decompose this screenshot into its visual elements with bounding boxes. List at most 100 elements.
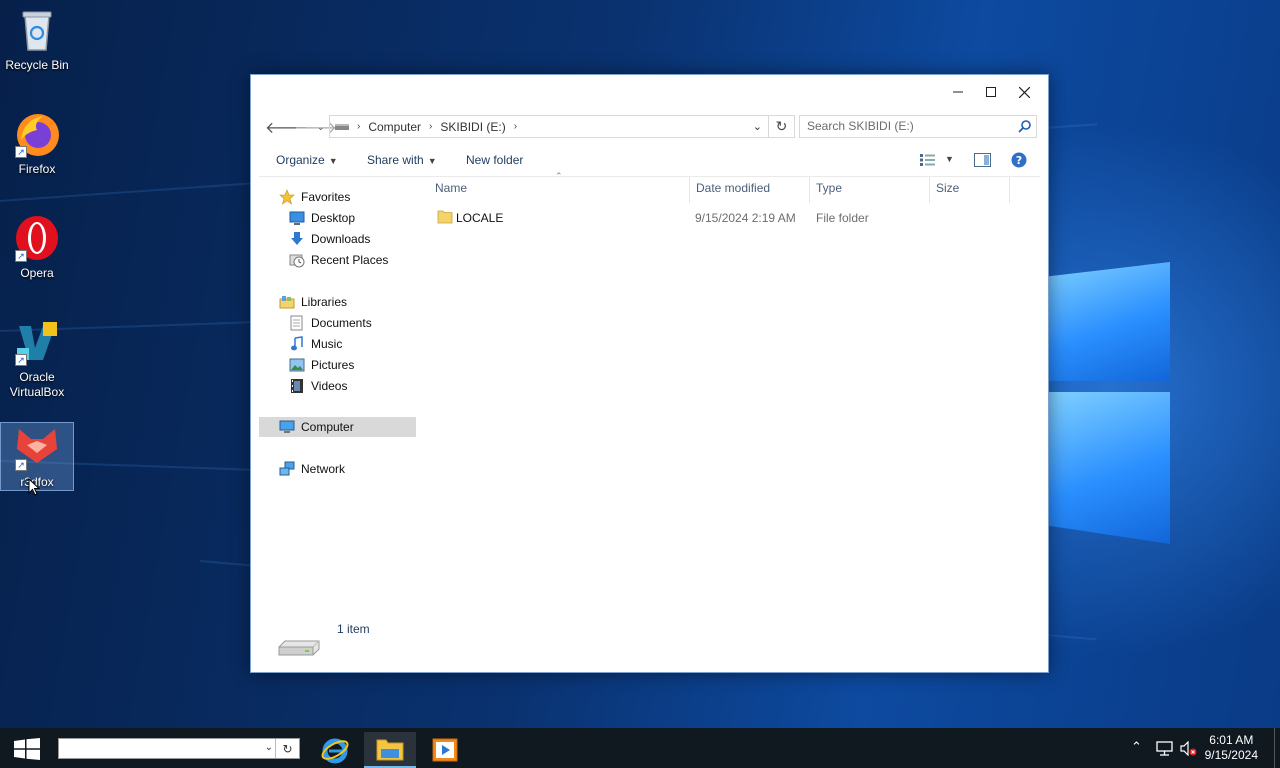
breadcrumb-computer[interactable]: Computer [368, 120, 421, 134]
address-dropdown-icon[interactable]: ⌄ [753, 120, 762, 133]
help-icon[interactable]: ? [1011, 152, 1027, 168]
nav-item-music[interactable]: Music [289, 334, 416, 354]
start-button-windows-icon[interactable] [14, 738, 40, 760]
item-count-status: 1 item [337, 622, 370, 636]
nav-item-documents[interactable]: Documents [289, 313, 416, 333]
command-bar: Organize ▼ Share with ▼ New folder ▼ ? [251, 149, 1048, 173]
desktop-icon-label: Recycle Bin [5, 58, 69, 72]
column-header-date-modified[interactable]: Date modified [696, 181, 770, 199]
internet-explorer-icon [321, 738, 349, 764]
nav-item-network[interactable]: Network [279, 459, 416, 479]
search-input[interactable]: Search SKIBIDI (E:) [799, 115, 1037, 138]
nav-item-videos[interactable]: Videos [289, 376, 416, 396]
shortcut-arrow-icon: ↗ [15, 146, 27, 158]
document-icon [290, 315, 303, 331]
view-options-chevron-icon[interactable]: ▼ [945, 154, 954, 164]
preview-pane-icon[interactable] [974, 153, 991, 167]
desktop-icon-recycle-bin[interactable]: Recycle Bin [0, 6, 74, 73]
recent-places-icon [289, 254, 305, 268]
firefox-icon: ↗ [13, 110, 61, 158]
close-button[interactable] [1008, 79, 1040, 105]
breadcrumb-separator[interactable]: › [357, 121, 360, 132]
explorer-window: 🡐 🡒 ⌄ › Computer › SKIBIDI (E:) › ⌄ ↻ Se… [250, 74, 1049, 673]
share-with-button[interactable]: Share with ▼ [367, 153, 437, 167]
column-divider[interactable] [1009, 177, 1010, 203]
taskbar-file-explorer[interactable] [364, 732, 416, 768]
nav-item-label: Videos [311, 379, 348, 393]
nav-item-libraries[interactable]: Libraries [279, 292, 416, 312]
column-header-type[interactable]: Type [816, 181, 842, 199]
nav-item-label: Desktop [311, 211, 356, 225]
taskbar-clock[interactable]: 6:01 AM 9/15/2024 [1205, 733, 1258, 763]
column-divider[interactable] [689, 177, 690, 203]
nav-item-pictures[interactable]: Pictures [289, 355, 416, 375]
column-header-size[interactable]: Size [936, 181, 959, 199]
organize-label: Organize [276, 153, 325, 167]
search-icon[interactable] [1018, 119, 1032, 133]
shortcut-arrow-icon: ↗ [15, 250, 27, 262]
clock-time: 6:01 AM [1209, 733, 1254, 747]
computer-icon [279, 420, 295, 433]
desktop-icon-label: Oracle VirtualBox [9, 370, 65, 399]
picture-icon [289, 358, 305, 372]
maximize-icon [986, 87, 996, 97]
virtualbox-icon: ↗ [13, 318, 61, 366]
chevron-down-icon: ▼ [427, 156, 437, 166]
drive-large-icon [278, 640, 320, 656]
desktop-icon-virtualbox[interactable]: ↗ Oracle VirtualBox [0, 318, 74, 400]
maximize-button[interactable] [975, 79, 1007, 105]
nav-item-computer[interactable]: Computer [259, 417, 416, 437]
video-film-icon [291, 379, 303, 393]
organize-button[interactable]: Organize ▼ [276, 153, 338, 167]
refresh-icon[interactable]: ↻ [275, 739, 299, 758]
minimize-button[interactable] [942, 79, 974, 105]
drive-icon [335, 123, 349, 130]
nav-item-label: Network [301, 462, 346, 476]
address-row: 🡐 🡒 ⌄ › Computer › SKIBIDI (E:) › ⌄ ↻ Se… [251, 115, 1048, 139]
nav-item-label: Downloads [311, 232, 371, 246]
title-bar[interactable] [251, 75, 1048, 109]
nav-item-label: Recent Places [311, 253, 389, 267]
nav-item-downloads[interactable]: Downloads [289, 229, 416, 249]
new-folder-button[interactable]: New folder [466, 153, 523, 167]
taskbar: ⌄ ↻ ⌃ 6:01 AM 9/15/2024 [0, 728, 1280, 768]
file-name[interactable]: LOCALE [456, 211, 503, 225]
column-header-name[interactable]: Name [435, 181, 467, 199]
network-status-icon[interactable] [1156, 741, 1173, 756]
chevron-down-icon[interactable]: ⌄ [265, 742, 273, 753]
address-bar[interactable]: › Computer › SKIBIDI (E:) › ⌄ [329, 115, 769, 138]
change-view-icon[interactable] [920, 154, 936, 166]
nav-item-favorites[interactable]: Favorites [279, 187, 416, 207]
nav-item-label: Music [311, 337, 343, 351]
taskbar-media-player[interactable] [419, 732, 471, 768]
breadcrumb-separator[interactable]: › [429, 121, 432, 132]
volume-muted-icon[interactable] [1180, 741, 1197, 756]
show-desktop-button[interactable] [1274, 728, 1280, 768]
nav-item-label: Pictures [311, 358, 355, 372]
nav-item-recent-places[interactable]: Recent Places [289, 250, 416, 270]
refresh-button[interactable]: ↻ [769, 115, 795, 138]
opera-icon: ↗ [13, 214, 61, 262]
taskbar-search-input[interactable]: ⌄ ↻ [58, 738, 300, 759]
network-icon [279, 461, 295, 476]
column-divider[interactable] [929, 177, 930, 203]
windows-logo-pane-top [1049, 262, 1170, 381]
breadcrumb-drive[interactable]: SKIBIDI (E:) [440, 120, 505, 134]
download-arrow-icon [291, 232, 303, 245]
show-hidden-icons-chevron-icon[interactable]: ⌃ [1131, 739, 1142, 755]
media-player-icon [432, 738, 458, 762]
music-note-icon [291, 336, 303, 351]
nav-item-label: Computer [301, 420, 354, 434]
sort-ascending-icon: ⌃ [555, 171, 563, 181]
file-type: File folder [816, 211, 869, 225]
libraries-icon [279, 296, 295, 309]
desktop-icon-firefox[interactable]: ↗ Firefox [0, 110, 74, 177]
chevron-down-icon: ▼ [328, 156, 338, 166]
nav-item-label: Favorites [301, 190, 351, 204]
nav-item-desktop[interactable]: Desktop [289, 208, 416, 228]
column-divider[interactable] [809, 177, 810, 203]
breadcrumb-separator[interactable]: › [514, 121, 517, 132]
recent-locations-button[interactable]: ⌄ [317, 122, 325, 133]
desktop-icon-opera[interactable]: ↗ Opera [0, 214, 74, 281]
taskbar-internet-explorer[interactable] [309, 732, 361, 768]
